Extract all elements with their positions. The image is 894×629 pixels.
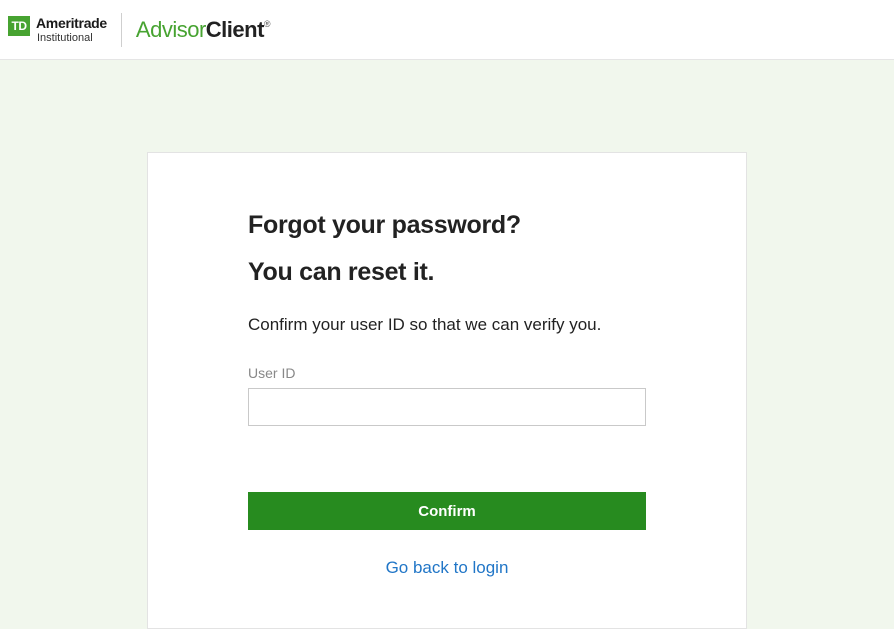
ameritrade-text: Ameritrade (36, 16, 107, 30)
logo-divider (121, 13, 122, 47)
client-text: Client (206, 17, 264, 42)
registered-icon: ® (264, 19, 270, 29)
confirm-button[interactable]: Confirm (248, 492, 646, 530)
td-text-wrap: Ameritrade Institutional (36, 16, 107, 44)
user-id-label: User ID (248, 365, 646, 381)
advisor-client-logo: AdvisorClient® (136, 17, 270, 43)
advisor-text: Advisor (136, 17, 206, 42)
logo-group: TD Ameritrade Institutional AdvisorClien… (8, 13, 270, 47)
site-header: TD Ameritrade Institutional AdvisorClien… (0, 0, 894, 60)
instruction-text: Confirm your user ID so that we can veri… (248, 315, 646, 335)
user-id-input[interactable] (248, 388, 646, 426)
reset-password-card: Forgot your password? You can reset it. … (147, 152, 747, 629)
td-box-icon: TD (8, 16, 30, 36)
institutional-text: Institutional (37, 33, 107, 44)
heading-reset: You can reset it. (248, 258, 646, 287)
heading-forgot: Forgot your password? (248, 211, 646, 240)
td-ameritrade-logo: TD Ameritrade Institutional (8, 16, 107, 44)
back-to-login-link[interactable]: Go back to login (248, 558, 646, 578)
